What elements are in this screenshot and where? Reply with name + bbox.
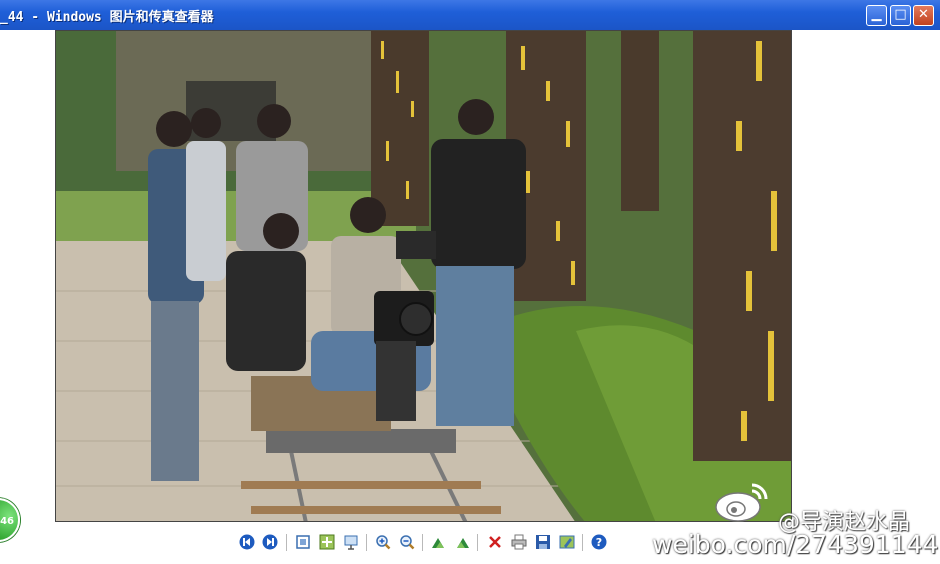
save-button[interactable] [533,532,553,552]
photo-illustration [56,31,791,521]
toolbar-separator [477,534,478,551]
toolbar-separator [366,534,367,551]
actual-size-button[interactable] [317,532,337,552]
slideshow-icon [344,535,358,550]
maximize-button[interactable]: □ [890,5,911,26]
watermark-url: weibo.com/274391144 [652,530,939,559]
toolbar-separator [422,534,423,551]
zoom-out-button[interactable] [397,532,417,552]
close-button[interactable]: ✕ [913,5,934,26]
best-fit-button[interactable] [293,532,313,552]
open-for-editing-button[interactable] [557,532,577,552]
help-button[interactable]: ? [589,532,609,552]
weibo-logo-icon [715,483,768,522]
zoom-in-button[interactable] [373,532,393,552]
title-bar: _44 - Windows 图片和传真查看器 ▁ □ ✕ [0,0,940,30]
save-icon [536,535,550,549]
zoom-in-icon [376,535,391,550]
print-icon [511,534,527,550]
next-icon [262,534,278,550]
minimize-button[interactable]: ▁ [866,5,887,26]
edit-icon [559,535,575,549]
previous-icon [239,534,255,550]
toolbar-separator [286,534,287,551]
svg-text:?: ? [596,536,602,549]
close-icon: ✕ [918,7,929,22]
actual-size-icon [319,534,335,550]
rotate-cw-icon [432,538,444,548]
delete-icon [489,536,501,548]
best-fit-icon [296,535,310,549]
help-icon: ? [591,534,607,550]
delete-button[interactable] [485,532,505,552]
next-image-button[interactable] [260,532,280,552]
window-title: _44 - Windows 图片和传真查看器 [0,10,214,25]
previous-image-button[interactable] [237,532,257,552]
toolbar-separator [582,534,583,551]
rotate-ccw-icon [457,538,469,548]
rotate-counterclockwise-button[interactable] [452,532,472,552]
minimize-icon: ▁ [871,7,882,22]
zoom-out-icon [400,535,415,550]
slideshow-button[interactable] [341,532,361,552]
print-button[interactable] [509,532,529,552]
maximize-icon: □ [894,7,907,22]
displayed-photo [55,30,792,522]
rotate-clockwise-button[interactable] [429,532,449,552]
